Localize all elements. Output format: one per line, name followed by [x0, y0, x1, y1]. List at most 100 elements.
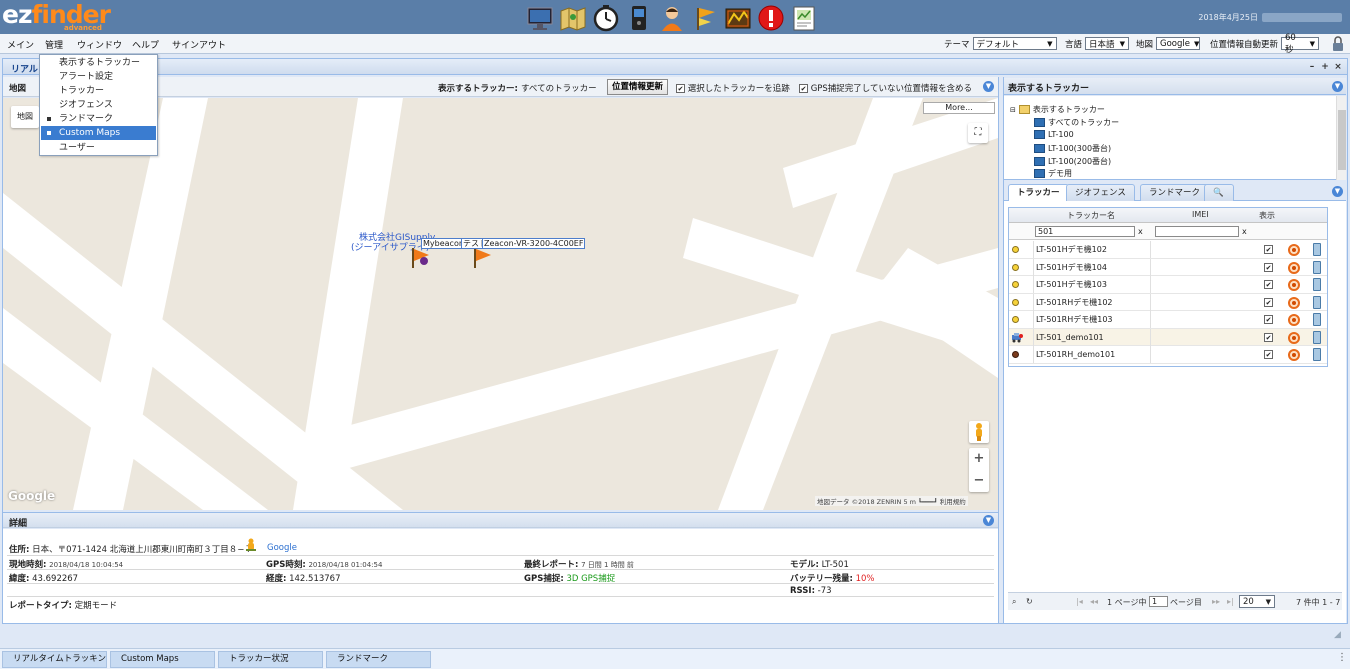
- more-options-icon[interactable]: ⋮: [1337, 652, 1347, 663]
- collapse-icon[interactable]: ▼: [1332, 81, 1343, 92]
- include-no-gps-option[interactable]: ✔ GPS捕捉完了していない位置情報を含める: [799, 82, 972, 94]
- tracker-tag-mybeacon[interactable]: Mybeacon: [421, 238, 466, 249]
- menu-main[interactable]: メイン: [7, 38, 34, 51]
- tracker-name-filter-input[interactable]: 501: [1035, 226, 1135, 237]
- page-size-select[interactable]: 20 ▼: [1239, 595, 1275, 608]
- refresh-icon[interactable]: ↻: [1026, 597, 1033, 606]
- tree-item-demo[interactable]: デモ用: [1034, 168, 1072, 179]
- page-number-input[interactable]: 1: [1149, 596, 1168, 607]
- lock-icon[interactable]: [1332, 36, 1344, 55]
- street-view-icon[interactable]: [245, 538, 257, 555]
- col-show[interactable]: 表示: [1259, 210, 1275, 221]
- device-settings-icon[interactable]: [1313, 243, 1321, 256]
- locate-target-icon[interactable]: [1288, 279, 1300, 291]
- task-realtime-tracking[interactable]: リアルタイムトラッキン: [2, 651, 107, 668]
- close-icon[interactable]: ×: [1333, 62, 1343, 72]
- user-icon[interactable]: [657, 3, 686, 32]
- dropdown-item-geofence[interactable]: ジオフェンス: [41, 98, 156, 112]
- report-icon[interactable]: [789, 3, 818, 32]
- table-row[interactable]: LT-501Hデモ機103 ✔: [1009, 276, 1327, 294]
- minimize-icon[interactable]: –: [1307, 62, 1317, 72]
- table-row[interactable]: LT-501Hデモ機102 ✔: [1009, 241, 1327, 259]
- follow-selected-option[interactable]: ✔ 選択したトラッカーを追跡: [676, 82, 790, 94]
- clock-icon[interactable]: [591, 3, 620, 32]
- tab-landmark[interactable]: ランドマーク: [1140, 184, 1210, 201]
- task-tracker-status[interactable]: トラッカー状況: [218, 651, 323, 668]
- locate-target-icon[interactable]: [1288, 349, 1300, 361]
- tab-geofence[interactable]: ジオフェンス: [1066, 184, 1135, 201]
- device-settings-icon[interactable]: [1313, 330, 1321, 344]
- google-maps-link[interactable]: Google: [267, 543, 297, 553]
- fullscreen-icon[interactable]: ⛶: [968, 123, 988, 143]
- last-page-icon[interactable]: ▸|: [1227, 597, 1234, 606]
- map-type-button[interactable]: 地図: [11, 106, 39, 128]
- dropdown-item-users[interactable]: ユーザー: [41, 141, 156, 155]
- street-view-pegman-icon[interactable]: [969, 421, 989, 443]
- dropdown-item-visible-trackers[interactable]: 表示するトラッカー: [41, 56, 156, 70]
- first-page-icon[interactable]: |◂: [1076, 597, 1083, 606]
- show-checkbox[interactable]: ✔: [1264, 315, 1273, 324]
- more-button[interactable]: More...: [923, 102, 995, 114]
- task-landmark[interactable]: ランドマーク: [326, 651, 431, 668]
- table-row[interactable]: LT-501_demo101 ✔: [1009, 328, 1327, 346]
- device-settings-icon[interactable]: [1313, 313, 1321, 326]
- menu-signout[interactable]: サインアウト: [172, 38, 226, 51]
- device-icon[interactable]: [624, 3, 653, 32]
- tracker-tag-zeacon[interactable]: Zeacon-VR-3200-4C00EF: [482, 238, 586, 249]
- locate-target-icon[interactable]: [1288, 314, 1300, 326]
- flag-icon[interactable]: [690, 3, 719, 32]
- theme-select[interactable]: デフォルト ▼: [972, 37, 1057, 50]
- tree-item-lt100-300[interactable]: LT-100(300番台): [1034, 143, 1111, 154]
- alert-icon[interactable]: [756, 3, 785, 32]
- maximize-icon[interactable]: +: [1320, 62, 1330, 72]
- custom-map-icon[interactable]: [723, 3, 752, 32]
- locate-target-icon[interactable]: [1288, 296, 1300, 309]
- map-provider-select[interactable]: Google ▼: [1156, 37, 1201, 50]
- dropdown-item-landmark[interactable]: ランドマーク: [41, 112, 156, 126]
- show-checkbox[interactable]: ✔: [1264, 350, 1273, 359]
- show-checkbox[interactable]: ✔: [1264, 297, 1273, 307]
- show-checkbox[interactable]: ✔: [1264, 332, 1273, 342]
- menu-window[interactable]: ウィンドウ: [77, 38, 122, 51]
- collapse-icon[interactable]: ▼: [983, 81, 994, 92]
- collapse-icon[interactable]: ▼: [1332, 186, 1343, 197]
- locate-target-icon[interactable]: [1288, 261, 1300, 274]
- table-row[interactable]: LT-501Hデモ機104 ✔: [1009, 258, 1327, 276]
- prev-page-icon[interactable]: ◂◂: [1090, 597, 1098, 606]
- tree-scrollbar[interactable]: [1336, 96, 1346, 180]
- checkbox-checked-icon[interactable]: ✔: [676, 84, 685, 93]
- refresh-location-button[interactable]: 位置情報更新: [607, 79, 668, 95]
- auto-refresh-select[interactable]: 60 秒 ▼: [1281, 33, 1320, 55]
- clear-filter-icon[interactable]: x: [1242, 227, 1247, 236]
- monitor-icon[interactable]: [525, 3, 554, 32]
- dropdown-item-trackers[interactable]: トラッカー: [41, 84, 156, 98]
- show-checkbox[interactable]: ✔: [1264, 262, 1273, 272]
- map-icon[interactable]: [558, 3, 587, 32]
- locate-target-icon[interactable]: [1288, 331, 1300, 344]
- menu-help[interactable]: ヘルプ: [132, 38, 159, 51]
- device-settings-icon[interactable]: [1313, 260, 1321, 274]
- table-row[interactable]: LT-501RHデモ機103 ✔: [1009, 311, 1327, 329]
- show-checkbox[interactable]: ✔: [1264, 280, 1273, 289]
- table-row[interactable]: LT-501RHデモ機102 ✔: [1009, 293, 1327, 311]
- menu-manage[interactable]: 管理: [45, 38, 63, 51]
- show-checkbox[interactable]: ✔: [1264, 245, 1273, 254]
- col-tracker-name[interactable]: トラッカー名: [1067, 210, 1115, 221]
- tree-item-lt100[interactable]: LT-100: [1034, 130, 1074, 139]
- checkbox-checked-icon[interactable]: ✔: [799, 84, 808, 93]
- device-settings-icon[interactable]: [1313, 295, 1321, 309]
- tree-item-lt100-200[interactable]: LT-100(200番台): [1034, 156, 1111, 167]
- col-imei[interactable]: IMEI: [1192, 210, 1209, 219]
- search-icon[interactable]: ⌕: [1012, 597, 1016, 607]
- table-row[interactable]: LT-501RH_demo101 ✔: [1009, 346, 1327, 364]
- tree-item-all[interactable]: すべてのトラッカー: [1034, 117, 1119, 128]
- language-select[interactable]: 日本語 ▼: [1085, 37, 1130, 50]
- locate-target-icon[interactable]: [1288, 244, 1300, 256]
- device-settings-icon[interactable]: [1313, 278, 1321, 291]
- resize-grip-icon[interactable]: ◢: [1334, 630, 1341, 640]
- device-settings-icon[interactable]: [1313, 348, 1321, 361]
- task-custom-maps[interactable]: Custom Maps: [110, 651, 215, 668]
- next-page-icon[interactable]: ▸▸: [1212, 597, 1220, 606]
- tab-search[interactable]: 🔍: [1204, 184, 1234, 201]
- clear-filter-icon[interactable]: x: [1138, 227, 1143, 236]
